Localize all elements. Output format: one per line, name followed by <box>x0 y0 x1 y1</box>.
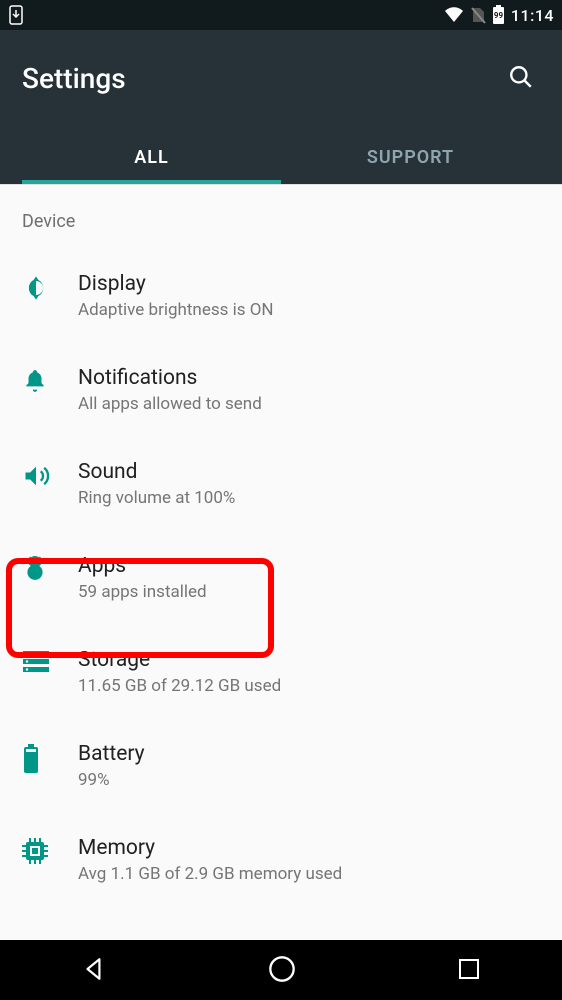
home-icon <box>268 955 296 986</box>
status-time: 11:14 <box>511 6 554 25</box>
item-title: Memory <box>78 836 540 860</box>
no-sim-icon <box>470 6 486 24</box>
settings-item-notifications[interactable]: Notifications All apps allowed to send <box>0 346 562 440</box>
item-title: Display <box>78 272 540 296</box>
download-icon <box>8 5 24 25</box>
app-bar: Settings ALL SUPPORT <box>0 30 562 184</box>
svg-text:99: 99 <box>494 11 504 20</box>
tab-all[interactable]: ALL <box>22 133 281 184</box>
recent-icon <box>457 957 481 984</box>
phone-frame: 99 11:14 Settings ALL SUPPORT Device <box>0 0 562 1000</box>
item-subtitle: 99% <box>78 770 540 790</box>
settings-item-display[interactable]: Display Adaptive brightness is ON <box>0 252 562 346</box>
settings-item-memory[interactable]: Memory Avg 1.1 GB of 2.9 GB memory used <box>0 816 562 910</box>
memory-icon <box>22 836 78 864</box>
settings-item-battery[interactable]: Battery 99% <box>0 722 562 816</box>
item-subtitle: Avg 1.1 GB of 2.9 GB memory used <box>78 864 540 884</box>
sound-icon <box>22 460 78 490</box>
storage-icon <box>22 648 78 674</box>
status-right: 99 11:14 <box>444 5 554 25</box>
item-subtitle: All apps allowed to send <box>78 394 540 414</box>
item-title: Battery <box>78 742 540 766</box>
section-header-device: Device <box>0 185 562 252</box>
item-title: Notifications <box>78 366 540 390</box>
settings-item-storage[interactable]: Storage 11.65 GB of 29.12 GB used <box>0 628 562 722</box>
settings-list: Device Display Adaptive brightness is ON… <box>0 184 562 940</box>
item-subtitle: Ring volume at 100% <box>78 488 540 508</box>
settings-item-sound[interactable]: Sound Ring volume at 100% <box>0 440 562 534</box>
notifications-icon <box>22 366 78 394</box>
item-subtitle: 11.65 GB of 29.12 GB used <box>78 676 540 696</box>
item-title: Storage <box>78 648 540 672</box>
item-title: Sound <box>78 460 540 484</box>
display-icon <box>22 272 78 302</box>
item-subtitle: 59 apps installed <box>78 582 540 602</box>
item-subtitle: Adaptive brightness is ON <box>78 300 540 320</box>
search-icon <box>508 78 534 93</box>
status-left <box>8 5 24 25</box>
back-icon <box>81 956 107 985</box>
search-button[interactable] <box>502 58 540 99</box>
nav-home-button[interactable] <box>238 945 326 996</box>
nav-recent-button[interactable] <box>427 947 511 994</box>
page-title: Settings <box>22 62 126 95</box>
battery-item-icon <box>22 742 78 774</box>
nav-back-button[interactable] <box>51 946 137 995</box>
settings-item-apps[interactable]: Apps 59 apps installed <box>0 534 562 628</box>
status-bar: 99 11:14 <box>0 0 562 30</box>
item-title: Apps <box>78 554 540 578</box>
navigation-bar <box>0 940 562 1000</box>
tab-support[interactable]: SUPPORT <box>281 133 540 184</box>
apps-icon <box>22 554 78 582</box>
battery-icon: 99 <box>492 5 505 25</box>
wifi-icon <box>444 7 464 23</box>
tabs: ALL SUPPORT <box>22 133 540 184</box>
